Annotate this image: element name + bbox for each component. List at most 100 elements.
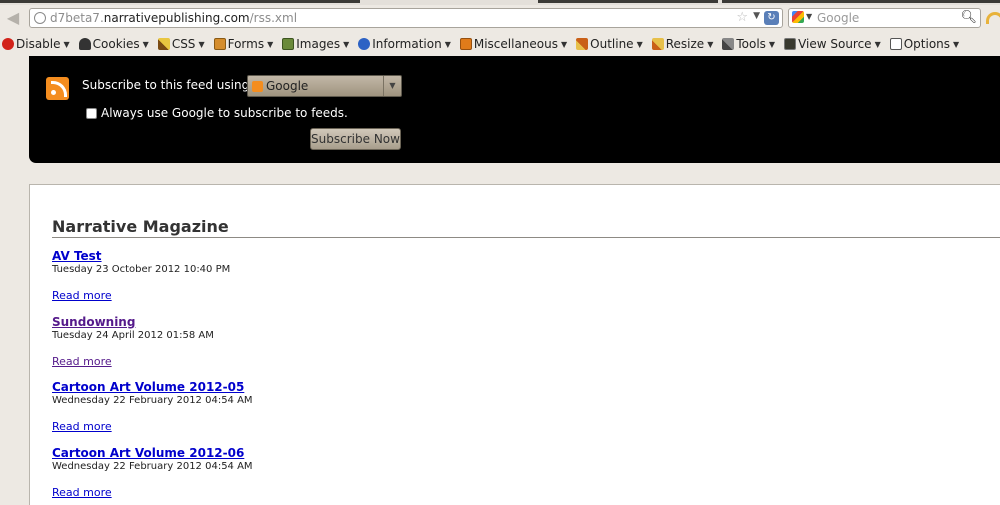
site-identity-icon[interactable] — [34, 12, 46, 24]
view-source-icon — [784, 38, 797, 50]
feed-reader-select[interactable]: Google ▼ — [247, 75, 402, 97]
back-button[interactable]: ◀ — [2, 8, 24, 28]
subscribe-using-label: Subscribe to this feed using — [82, 78, 250, 92]
dev-menu-label: Tools — [736, 37, 766, 51]
dev-menu-label: Cookies — [92, 37, 140, 51]
dev-menu-label: Options — [903, 37, 951, 51]
url-domain: narrativepublishing.com — [103, 11, 250, 25]
search-bar[interactable]: ▼ Google 🔍︎ — [788, 8, 981, 28]
entry-title-link[interactable]: Sundowning — [52, 315, 214, 329]
entry-title-link[interactable]: Cartoon Art Volume 2012-06 — [52, 446, 253, 460]
dev-menu-resize[interactable]: Resize ▼ — [651, 37, 714, 51]
feed-entry: AV Test Tuesday 23 October 2012 10:40 PM… — [52, 249, 230, 303]
back-arrow-icon: ◀ — [6, 8, 20, 27]
rss-feed-icon — [46, 77, 69, 100]
addon-rainbow-icon[interactable] — [986, 12, 1000, 24]
dev-menu-label: View Source — [798, 37, 872, 51]
dev-menu-label: CSS — [171, 37, 196, 51]
feed-reader-selected: Google — [266, 79, 309, 93]
entry-date: Tuesday 23 October 2012 10:40 PM — [52, 264, 231, 275]
feed-title-divider — [52, 237, 1000, 238]
search-icon[interactable]: 🔍︎ — [960, 10, 977, 25]
information-icon — [358, 38, 371, 50]
dev-menu-miscellaneous[interactable]: Miscellaneous ▼ — [459, 37, 568, 51]
chevron-down-icon: ▼ — [267, 39, 274, 49]
navigation-bar: ◀ d7beta7.narrativepublishing.com/rss.xm… — [0, 5, 1000, 32]
dev-menu-tools[interactable]: Tools ▼ — [722, 37, 775, 51]
url-bar[interactable]: d7beta7.narrativepublishing.com/rss.xml … — [29, 8, 783, 28]
dev-menu-label: Miscellaneous — [473, 37, 558, 51]
web-developer-toolbar: Disable ▼ Cookies ▼ CSS ▼ Forms ▼ Images ▼ In… — [0, 34, 1000, 54]
entry-title-link[interactable]: Cartoon Art Volume 2012-05 — [52, 380, 253, 394]
feed-title: Narrative Magazine — [52, 217, 229, 236]
reload-icon[interactable]: ↻ — [764, 11, 779, 25]
feed-entry: Cartoon Art Volume 2012-06 Wednesday 22 … — [52, 446, 253, 500]
url-text[interactable]: d7beta7.narrativepublishing.com/rss.xml — [50, 11, 297, 25]
chevron-down-icon: ▼ — [198, 39, 205, 49]
tab-background[interactable] — [0, 0, 360, 3]
options-icon — [889, 38, 902, 50]
dev-menu-css[interactable]: CSS ▼ — [157, 37, 205, 51]
history-dropdown-icon[interactable]: ▼ — [753, 11, 760, 21]
chevron-down-icon: ▼ — [142, 39, 149, 49]
images-icon — [282, 38, 295, 50]
chevron-down-icon: ▼ — [768, 39, 776, 49]
entry-date: Wednesday 22 February 2012 04:54 AM — [52, 461, 253, 472]
bookmark-star-icon[interactable]: ☆ — [736, 10, 748, 25]
chevron-down-icon: ▼ — [343, 39, 350, 49]
feed-content: Narrative Magazine AV Test Tuesday 23 Oc… — [29, 184, 1000, 505]
resize-icon — [651, 38, 664, 50]
entry-date: Tuesday 24 April 2012 01:58 AM — [52, 330, 214, 341]
chevron-down-icon: ▼ — [63, 39, 70, 49]
dev-menu-forms[interactable]: Forms ▼ — [213, 37, 274, 51]
chevron-down-icon: ▼ — [953, 39, 960, 49]
tab-background[interactable] — [722, 0, 1000, 3]
dev-menu-label: Resize — [665, 37, 705, 51]
always-use-label[interactable]: Always use Google to subscribe to feeds. — [101, 106, 348, 120]
outline-icon — [576, 38, 589, 50]
engine-dropdown-icon[interactable]: ▼ — [806, 12, 812, 21]
tools-icon — [722, 38, 735, 50]
dev-menu-images[interactable]: Images ▼ — [282, 37, 349, 51]
chevron-down-icon: ▼ — [636, 39, 643, 49]
chevron-down-icon: ▼ — [707, 39, 714, 49]
cookies-icon — [78, 38, 91, 50]
css-icon — [157, 38, 170, 50]
dev-menu-information[interactable]: Information ▼ — [358, 37, 451, 51]
dev-menu-cookies[interactable]: Cookies ▼ — [78, 37, 149, 51]
chevron-down-icon: ▼ — [561, 39, 568, 49]
dev-menu-label: Images — [296, 37, 341, 51]
miscellaneous-icon — [459, 38, 472, 50]
tab-background[interactable] — [538, 0, 718, 3]
subscribe-now-button[interactable]: Subscribe Now — [310, 128, 401, 150]
always-use-checkbox[interactable] — [86, 107, 97, 119]
dev-menu-options[interactable]: Options ▼ — [889, 37, 960, 51]
read-more-link[interactable]: Read more — [52, 289, 230, 303]
feed-subscribe-panel: Subscribe to this feed using Google ▼ Al… — [29, 56, 1000, 163]
dev-menu-label: Information — [372, 37, 442, 51]
chevron-down-icon: ▼ — [444, 39, 451, 49]
feed-entry: Sundowning Tuesday 24 April 2012 01:58 A… — [52, 315, 214, 369]
entry-title-link[interactable]: AV Test — [52, 249, 230, 263]
forms-icon — [213, 38, 226, 50]
read-more-link[interactable]: Read more — [52, 420, 253, 434]
dev-menu-disable[interactable]: Disable ▼ — [2, 37, 70, 51]
entry-date: Wednesday 22 February 2012 04:54 AM — [52, 395, 253, 406]
dev-menu-label: Disable — [16, 37, 61, 51]
rss-feed-icon — [252, 81, 263, 92]
read-more-link[interactable]: Read more — [52, 486, 253, 500]
chevron-down-icon: ▼ — [874, 39, 881, 49]
chevron-down-icon: ▼ — [383, 76, 401, 96]
always-use-row[interactable]: Always use Google to subscribe to feeds. — [86, 106, 348, 120]
feed-entry: Cartoon Art Volume 2012-05 Wednesday 22 … — [52, 380, 253, 434]
dev-menu-label: Outline — [590, 37, 634, 51]
dev-menu-view-source[interactable]: View Source ▼ — [784, 37, 881, 51]
url-prefix: d7beta7. — [50, 11, 104, 25]
disable-icon — [2, 38, 14, 50]
read-more-link[interactable]: Read more — [52, 355, 214, 369]
url-path: /rss.xml — [249, 11, 298, 25]
google-engine-icon[interactable] — [792, 11, 804, 23]
search-placeholder: Google — [817, 11, 860, 25]
dev-menu-outline[interactable]: Outline ▼ — [576, 37, 643, 51]
dev-menu-label: Forms — [227, 37, 265, 51]
